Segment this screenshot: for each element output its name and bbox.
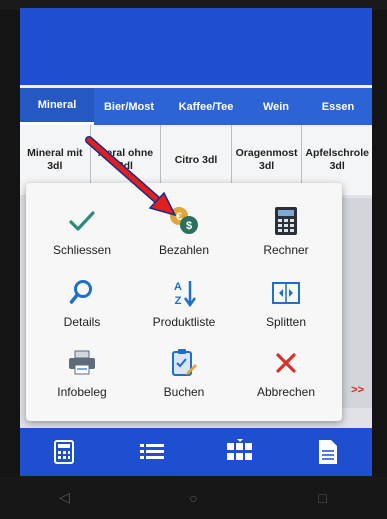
schliessen-button[interactable]: Schliessen [32, 203, 132, 273]
tab-essen[interactable]: Essen [304, 88, 372, 125]
details-button[interactable]: Details [32, 275, 132, 345]
split-icon [266, 275, 306, 311]
tab-wein[interactable]: Wein [248, 88, 304, 125]
back-icon: ◁ [59, 489, 70, 505]
list-icon [140, 444, 164, 459]
svg-text:$: $ [186, 220, 192, 232]
tab-mineral[interactable]: Mineral [20, 88, 94, 125]
calculator-icon [266, 203, 306, 239]
sort-az-icon: A Z [164, 275, 204, 311]
recents-button[interactable]: □ [303, 483, 343, 513]
document-icon [319, 440, 337, 464]
tab-bier-most[interactable]: Bier/Most [94, 88, 164, 125]
nav-document[interactable] [308, 432, 348, 472]
nav-list[interactable] [132, 432, 172, 472]
svg-text:A: A [174, 281, 182, 293]
recents-icon: □ [318, 489, 327, 506]
cross-icon [266, 345, 306, 381]
coins-icon: € $ [164, 203, 204, 239]
clipboard-edit-icon [164, 345, 204, 381]
bezahlen-label: Bezahlen [158, 243, 210, 257]
back-button[interactable]: ◁ [45, 483, 85, 513]
printer-icon [62, 345, 102, 381]
home-button[interactable]: ○ [174, 483, 214, 513]
home-icon: ○ [189, 489, 198, 506]
svg-text:Z: Z [175, 295, 182, 307]
nav-grid[interactable] [220, 432, 260, 472]
schliessen-label: Schliessen [52, 243, 112, 257]
infobeleg-label: Infobeleg [57, 385, 107, 399]
splitten-button[interactable]: Splitten [236, 275, 336, 345]
buchen-label: Buchen [163, 385, 205, 399]
produktliste-button[interactable]: A Z Produktliste [134, 275, 234, 345]
splitten-label: Splitten [265, 315, 307, 329]
calculator-icon [54, 440, 74, 464]
buchen-button[interactable]: Buchen [134, 345, 234, 415]
action-menu-dialog: Schliessen € $ Bezahlen Rechner Details … [26, 183, 342, 421]
grid-icon [227, 439, 252, 460]
background-panel [342, 198, 372, 408]
more-indicator[interactable]: >> [351, 384, 364, 396]
checkmark-icon [62, 203, 102, 239]
abbrechen-label: Abbrechen [256, 385, 316, 399]
produktliste-label: Produktliste [152, 315, 216, 329]
app-screen: Mineral Bier/Most Kaffee/Tee Wein Essen … [20, 8, 372, 476]
rechner-label: Rechner [263, 243, 309, 257]
details-label: Details [63, 315, 101, 329]
abbrechen-button[interactable]: Abbrechen [236, 345, 336, 415]
magnifier-icon [62, 275, 102, 311]
rechner-button[interactable]: Rechner [236, 203, 336, 273]
system-navigation-bar: ◁ ○ □ [0, 476, 387, 519]
category-tabs: Mineral Bier/Most Kaffee/Tee Wein Essen [20, 88, 372, 125]
nav-calculator[interactable] [44, 432, 84, 472]
infobeleg-button[interactable]: Infobeleg [32, 345, 132, 415]
bezahlen-button[interactable]: € $ Bezahlen [134, 203, 234, 273]
app-header [20, 8, 372, 85]
bottom-navigation [20, 428, 372, 476]
tab-kaffee-tee[interactable]: Kaffee/Tee [164, 88, 248, 125]
